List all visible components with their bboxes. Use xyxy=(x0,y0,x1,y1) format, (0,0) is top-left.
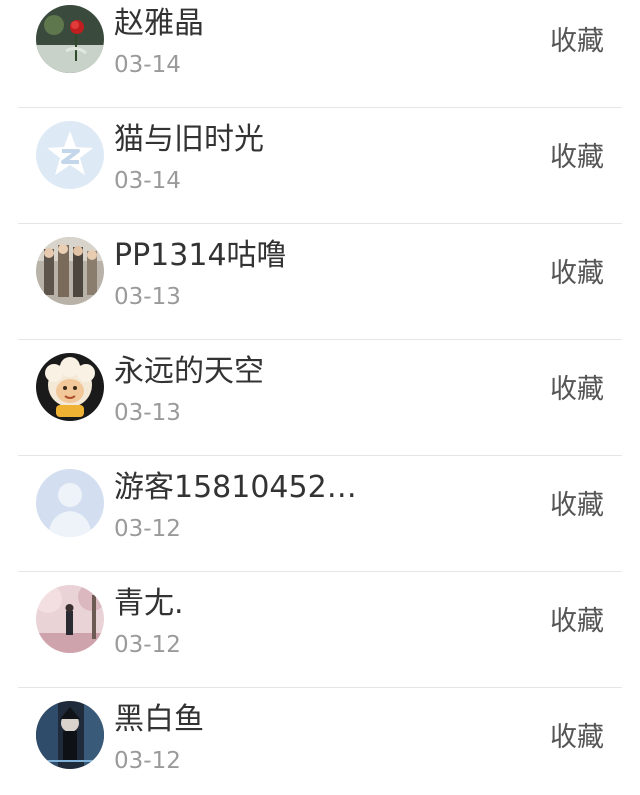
visit-date: 03-14 xyxy=(114,52,181,78)
visit-date: 03-14 xyxy=(114,168,181,194)
visit-date: 03-13 xyxy=(114,284,181,310)
user-name: 赵雅晶 xyxy=(114,6,204,41)
favorite-button[interactable]: 收藏 xyxy=(550,602,604,642)
user-name: 猫与旧时光 xyxy=(114,122,264,157)
visit-date: 03-12 xyxy=(114,748,181,774)
user-name: 永远的天空 xyxy=(114,354,264,389)
user-name: 黑白鱼 xyxy=(114,702,204,737)
visit-date: 03-12 xyxy=(114,516,181,542)
anime-character-avatar[interactable] xyxy=(36,701,104,769)
visit-date: 03-13 xyxy=(114,400,181,426)
visitor-list: 赵雅晶 03-14 收藏 猫与旧时光 03-14 收藏 PP1314咕噜 03-… xyxy=(0,0,640,795)
user-name: 青尢. xyxy=(114,586,184,621)
cartoon-sheep-avatar[interactable] xyxy=(36,353,104,421)
list-item[interactable]: 游客15810452… 03-12 收藏 xyxy=(0,456,640,572)
list-item[interactable]: PP1314咕噜 03-13 收藏 xyxy=(0,224,640,340)
favorite-button[interactable]: 收藏 xyxy=(550,138,604,178)
favorite-button[interactable]: 收藏 xyxy=(550,718,604,758)
default-qq-star-avatar[interactable] xyxy=(36,121,104,189)
rose-photo-avatar[interactable] xyxy=(36,5,104,73)
favorite-button[interactable]: 收藏 xyxy=(550,22,604,62)
user-name: 游客15810452… xyxy=(114,470,357,505)
user-name: PP1314咕噜 xyxy=(114,238,287,273)
favorite-button[interactable]: 收藏 xyxy=(550,254,604,294)
list-item[interactable]: 猫与旧时光 03-14 收藏 xyxy=(0,108,640,224)
visit-date: 03-12 xyxy=(114,632,181,658)
favorite-button[interactable]: 收藏 xyxy=(550,486,604,526)
group-photo-avatar[interactable] xyxy=(36,237,104,305)
list-item[interactable]: 赵雅晶 03-14 收藏 xyxy=(0,0,640,108)
list-item[interactable]: 黑白鱼 03-12 收藏 xyxy=(0,688,640,795)
cherry-blossom-photo-avatar[interactable] xyxy=(36,585,104,653)
default-person-avatar[interactable] xyxy=(36,469,104,537)
favorite-button[interactable]: 收藏 xyxy=(550,370,604,410)
list-item[interactable]: 永远的天空 03-13 收藏 xyxy=(0,340,640,456)
list-item[interactable]: 青尢. 03-12 收藏 xyxy=(0,572,640,688)
